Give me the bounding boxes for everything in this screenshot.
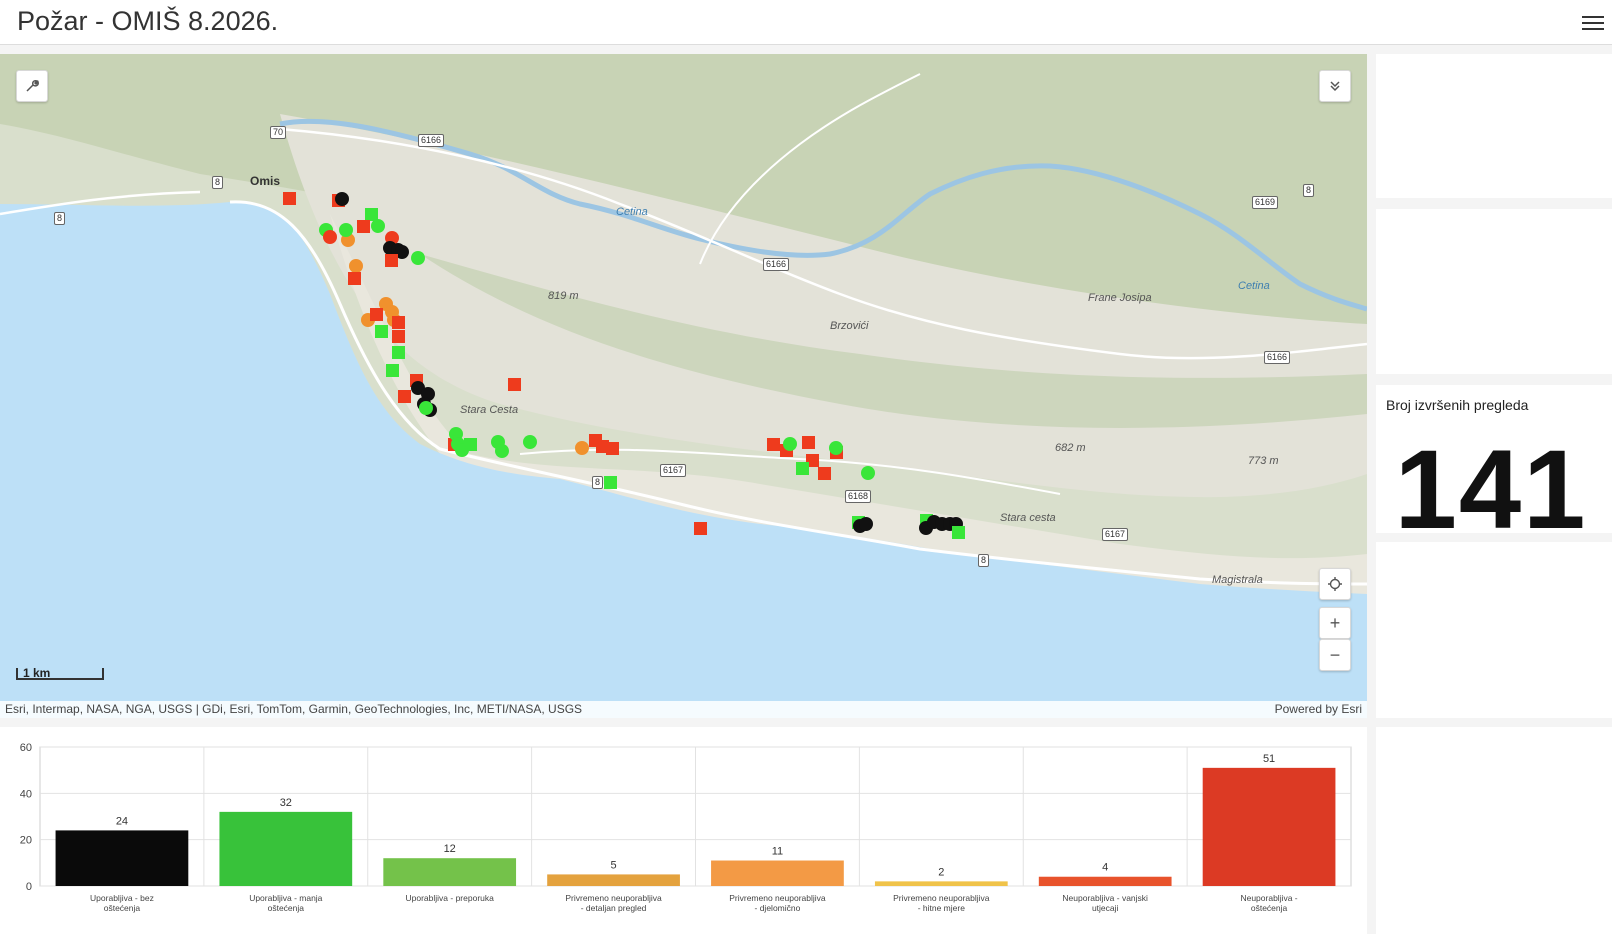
bar	[547, 874, 680, 886]
inspection-count-value: 141	[1394, 427, 1588, 552]
survey-point[interactable]	[365, 208, 378, 221]
bar-value-label: 5	[611, 859, 617, 871]
bar	[1202, 767, 1336, 886]
page-title: Požar - OMIŠ 8.2026.	[17, 6, 279, 36]
bar	[55, 830, 189, 886]
survey-point[interactable]	[508, 378, 521, 391]
survey-point[interactable]	[523, 435, 537, 449]
survey-point[interactable]	[370, 308, 383, 321]
survey-point[interactable]	[952, 526, 965, 539]
survey-point[interactable]	[375, 325, 388, 338]
x-tick-label: Uporabljiva - manja oštećenja	[249, 893, 322, 913]
survey-point[interactable]	[829, 441, 843, 455]
menu-icon[interactable]	[1582, 12, 1604, 32]
zoom-out-button[interactable]: −	[1319, 639, 1351, 671]
y-tick-label: 60	[20, 742, 32, 754]
x-tick-label: Uporabljiva - preporuka	[406, 893, 495, 903]
side-panel-2	[1376, 209, 1612, 374]
y-tick-label: 0	[26, 881, 32, 893]
survey-point[interactable]	[283, 192, 296, 205]
survey-points-layer[interactable]	[0, 54, 1367, 718]
survey-point[interactable]	[767, 438, 780, 451]
survey-point[interactable]	[783, 437, 797, 451]
survey-point[interactable]	[818, 467, 831, 480]
chevron-double-down-icon[interactable]	[1319, 70, 1351, 102]
survey-point[interactable]	[348, 272, 361, 285]
survey-point[interactable]	[386, 364, 399, 377]
powered-by-esri[interactable]: Powered by Esri	[1275, 702, 1362, 716]
x-tick-label: Uporabljiva - bez oštećenja	[90, 893, 154, 913]
bar	[383, 858, 517, 886]
survey-point[interactable]	[339, 223, 353, 237]
x-tick-label: Privremeno neuporabljiva - djelomično	[729, 893, 826, 913]
survey-point[interactable]	[495, 444, 509, 458]
survey-point[interactable]	[575, 441, 589, 455]
side-panel-5	[1376, 727, 1612, 934]
survey-point[interactable]	[411, 251, 425, 265]
y-tick-label: 20	[20, 835, 32, 847]
status-bar-chart: 0 20 40 60 24 Uporabljiva - bez oštećenja 32 Upo…	[0, 727, 1367, 934]
scale-bar: 1 km	[16, 667, 104, 680]
survey-point[interactable]	[357, 220, 370, 233]
attribution-text: Esri, Intermap, NASA, NGA, USGS | GDi, E…	[5, 702, 583, 716]
survey-point[interactable]	[606, 442, 619, 455]
survey-point[interactable]	[349, 259, 363, 273]
side-panel-1	[1376, 54, 1612, 198]
survey-point[interactable]	[398, 390, 411, 403]
x-tick-label: Neuporabljiva -oštećenja	[1240, 893, 1297, 913]
wrench-icon[interactable]	[16, 70, 48, 102]
bar-value-label: 11	[772, 846, 783, 858]
y-tick-label: 40	[20, 788, 32, 800]
survey-point[interactable]	[861, 466, 875, 480]
survey-point[interactable]	[419, 401, 433, 415]
survey-point[interactable]	[694, 522, 707, 535]
survey-point[interactable]	[464, 438, 477, 451]
survey-point[interactable]	[335, 192, 349, 206]
x-tick-label: Privremeno neuporabljiva - hitne mjere	[893, 893, 990, 913]
app-header: Požar - OMIŠ 8.2026.	[0, 0, 1612, 45]
x-tick-label: Neuporabljiva - vanjski utjecaji	[1062, 893, 1148, 913]
locate-icon[interactable]	[1319, 568, 1351, 600]
inspection-count-title: Broj izvršenih pregleda	[1386, 397, 1529, 413]
bar	[874, 881, 1008, 886]
inspection-count-panel: Broj izvršenih pregleda 141	[1376, 385, 1612, 552]
survey-point[interactable]	[859, 517, 873, 531]
survey-point[interactable]	[392, 346, 405, 359]
survey-point[interactable]	[796, 462, 809, 475]
bar	[1038, 876, 1172, 886]
bar-value-label: 12	[444, 843, 456, 855]
bar-value-label: 51	[1263, 753, 1275, 765]
survey-point[interactable]	[392, 316, 405, 329]
bar-value-label: 24	[116, 815, 128, 827]
survey-point[interactable]	[802, 436, 815, 449]
survey-point[interactable]	[604, 476, 617, 489]
bar-value-label: 32	[280, 797, 292, 809]
map-view[interactable]: Omis Cetina Cetina Stara Cesta Stara ces…	[0, 54, 1367, 718]
bar	[219, 811, 353, 886]
map-attribution: Esri, Intermap, NASA, NGA, USGS | GDi, E…	[0, 701, 1367, 718]
bar-value-label: 2	[938, 866, 944, 878]
survey-point[interactable]	[371, 219, 385, 233]
survey-point[interactable]	[323, 230, 337, 244]
survey-point[interactable]	[385, 254, 398, 267]
bar-value-label: 4	[1102, 862, 1108, 874]
zoom-in-button[interactable]: +	[1319, 607, 1351, 639]
side-panel-4	[1376, 542, 1612, 718]
chart-svg: 020406024Uporabljiva - bez oštećenja32Upo…	[20, 742, 1352, 913]
bar	[711, 860, 844, 886]
survey-point[interactable]	[392, 330, 405, 343]
x-tick-label: Privremeno neuporabljiva - detaljan pregl…	[565, 893, 662, 913]
